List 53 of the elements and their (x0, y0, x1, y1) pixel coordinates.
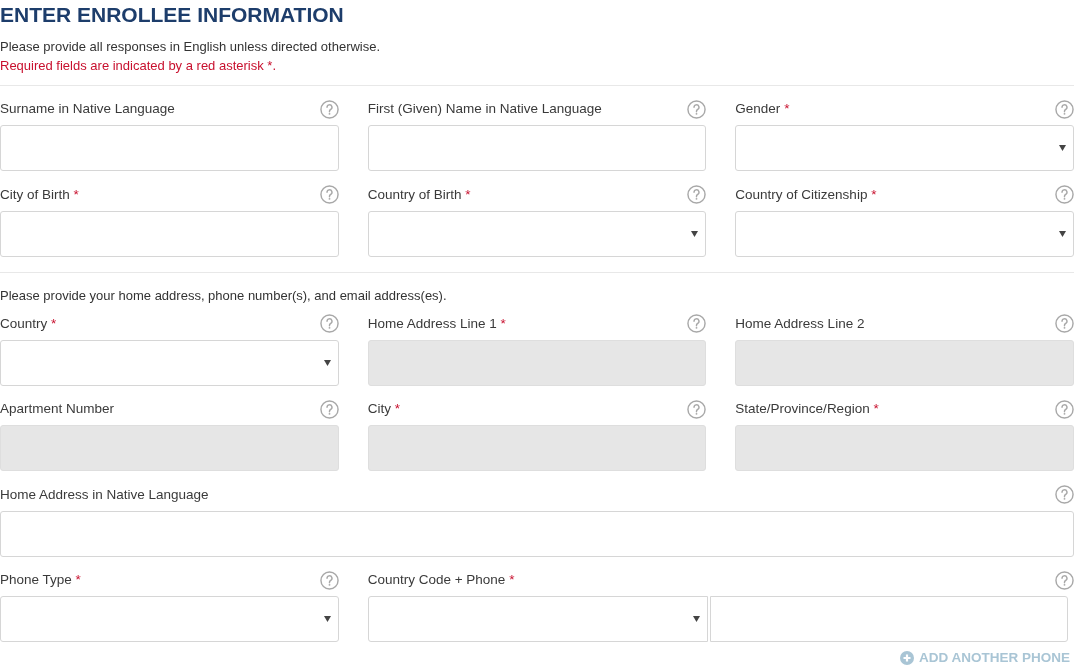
caret-icon (1059, 145, 1066, 151)
field-label: Country of Birth * (367, 185, 471, 204)
field-label: Country * (0, 314, 57, 333)
input-field[interactable] (0, 510, 1074, 557)
help-icon[interactable] (687, 314, 707, 333)
help-icon[interactable] (319, 314, 339, 333)
input-field[interactable] (367, 125, 707, 171)
field-label: City of Birth * (0, 185, 79, 204)
help-icon[interactable] (1055, 399, 1074, 419)
dropdown[interactable] (0, 339, 339, 386)
field-label: Home Address in Native Language (0, 485, 209, 504)
caret-icon (1059, 230, 1066, 237)
field-label: State/Province/Region * (735, 400, 879, 418)
help-icon[interactable] (687, 399, 707, 419)
instructions-text: Please provide all responses in English unless directed otherwise. (0, 38, 382, 56)
dropdown[interactable] (0, 596, 339, 642)
add-phone-link[interactable]: ADD ANOTHER PHONE (900, 648, 1070, 668)
field-label: City * (367, 400, 400, 418)
help-icon[interactable] (319, 399, 339, 419)
help-icon[interactable] (687, 185, 707, 204)
phone-number-field[interactable] (710, 596, 1068, 642)
input-field[interactable] (0, 125, 339, 171)
plus-circle-icon (900, 651, 914, 665)
dropdown[interactable] (367, 210, 707, 257)
help-icon[interactable] (319, 185, 339, 204)
field-label: Surname in Native Language (0, 100, 175, 118)
required-note: Required fields are indicated by a red asterisk *. (0, 57, 278, 75)
country-code-dropdown[interactable] (367, 596, 709, 642)
field-label: Home Address Line 1 * (367, 314, 506, 333)
field-label: Gender * (735, 100, 790, 118)
caret-icon (323, 616, 331, 622)
caret-icon (323, 359, 331, 366)
dropdown[interactable] (735, 125, 1074, 171)
help-icon[interactable] (319, 570, 339, 590)
caret-icon (691, 230, 699, 237)
field-label: First (Given) Name in Native Language (367, 100, 602, 118)
input-field[interactable] (0, 210, 339, 257)
help-icon[interactable] (1055, 485, 1074, 504)
help-icon[interactable] (687, 99, 707, 119)
caret-icon (693, 616, 701, 622)
dropdown[interactable] (735, 210, 1074, 257)
field-label: Phone Type * (0, 571, 81, 589)
help-icon[interactable] (1055, 314, 1074, 333)
help-icon[interactable] (1055, 185, 1074, 204)
field-label: Apartment Number (0, 400, 115, 418)
help-icon[interactable] (1055, 570, 1074, 590)
help-icon[interactable] (319, 99, 339, 119)
help-icon[interactable] (1055, 99, 1074, 119)
field-label: Home Address Line 2 (735, 314, 865, 333)
page-heading: ENTER ENROLLEE INFORMATION (0, 3, 345, 27)
field-label: Country of Citizenship * (735, 185, 877, 204)
field-label: Country Code + Phone * (367, 571, 515, 589)
section-intro: Please provide your home address, phone number(s), and email address(es). (0, 286, 448, 305)
